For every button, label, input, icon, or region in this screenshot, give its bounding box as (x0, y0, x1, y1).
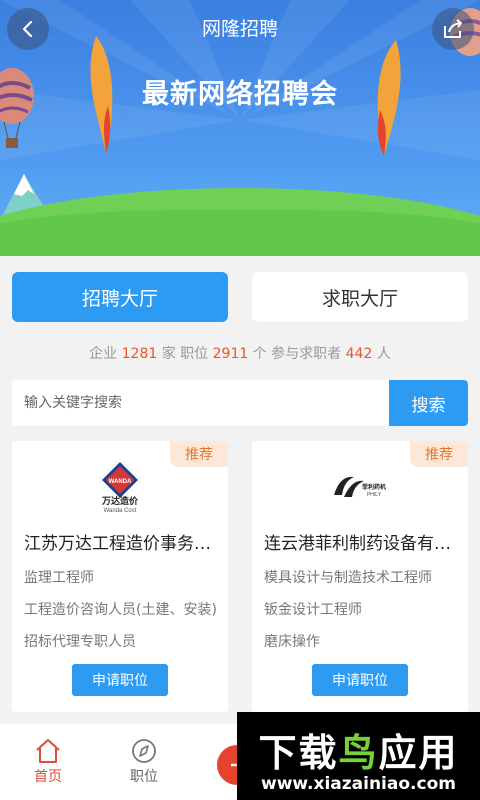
stat-position-label: 职位 (180, 346, 209, 362)
position-item[interactable]: 监理工程师 (24, 567, 220, 599)
wanda-logo-icon: WANDA 万达造价 Wanda Cost (101, 462, 139, 514)
company-card[interactable]: 推荐 WANDA 万达造价 Wanda Cost 江苏万达工程造价事务所有限公司… (12, 441, 228, 712)
watermark-url: www.xiazainiao.com (261, 774, 456, 794)
svg-text:万达造价: 万达造价 (101, 495, 139, 507)
watermark-title: 下载鸟应用 (237, 722, 480, 777)
stat-seeker-count: 442 (345, 346, 373, 362)
tab-jobs[interactable]: 职位 (114, 738, 174, 786)
company-logo: WANDA 万达造价 Wanda Cost (12, 459, 228, 515)
tab-home[interactable]: 首页 (18, 738, 78, 786)
banner-headline: 最新网络招聘会 (142, 79, 338, 110)
stat-seeker-label: 参与求职者 (271, 346, 342, 362)
watermark-title-part1: 下载 (258, 731, 339, 775)
position-item[interactable]: 钣金设计工程师 (264, 599, 460, 631)
position-item[interactable]: 工程造价咨询人员(土建、安装) (24, 599, 220, 631)
stat-company-label: 企业 (89, 346, 118, 362)
watermark-title-part2: 鸟 (338, 731, 379, 775)
nav-title: 网隆招聘 (201, 18, 278, 40)
stat-company-unit: 家 (161, 346, 176, 362)
back-button[interactable] (7, 8, 49, 50)
banner: 网隆招聘 最新网络招聘会 (0, 0, 480, 256)
stat-company-count: 1281 (121, 346, 158, 362)
position-item[interactable]: 模具设计与制造技术工程师 (264, 567, 460, 599)
svg-text:WANDA: WANDA (109, 479, 132, 485)
stats-line: 企业 1281 家 职位 2911 个 参与求职者 442 人 (0, 343, 480, 363)
position-list: 监理工程师 工程造价咨询人员(土建、安装) 招标代理专职人员 (24, 567, 220, 663)
position-item[interactable]: 招标代理专职人员 (24, 631, 220, 663)
search-button[interactable]: 搜索 (389, 380, 468, 426)
search-bar: 搜索 (12, 380, 468, 426)
apply-button[interactable]: 申请职位 (312, 664, 408, 696)
hill-front (0, 210, 480, 256)
company-name: 江苏万达工程造价事务所有限公司 (24, 534, 222, 554)
tab-home-label: 首页 (34, 769, 62, 785)
position-list: 模具设计与制造技术工程师 钣金设计工程师 磨床操作 (264, 567, 460, 663)
stat-seeker-unit: 人 (376, 346, 391, 362)
company-logo: 菲利药机 PHILY (252, 459, 468, 515)
position-item[interactable]: 磨床操作 (264, 631, 460, 663)
svg-text:Wanda Cost: Wanda Cost (104, 508, 137, 514)
apply-button[interactable]: 申请职位 (72, 664, 168, 696)
company-card[interactable]: 推荐 菲利药机 PHILY 连云港菲利制药设备有限公司 模具设计与制造技术工程师… (252, 441, 468, 712)
phily-logo-icon: 菲利药机 PHILY (334, 476, 386, 498)
search-input[interactable] (12, 380, 388, 426)
stat-position-unit: 个 (252, 346, 267, 362)
home-icon (36, 739, 60, 763)
recruit-hall-button[interactable]: 招聘大厅 (12, 272, 228, 322)
svg-text:菲利药机: 菲利药机 (362, 483, 386, 491)
watermark-title-part3: 应用 (378, 731, 459, 775)
tab-jobs-label: 职位 (130, 769, 158, 785)
compass-icon (132, 739, 156, 763)
share-button[interactable] (432, 8, 474, 50)
job-hall-button[interactable]: 求职大厅 (252, 272, 468, 322)
stat-position-count: 2911 (212, 346, 249, 362)
company-name: 连云港菲利制药设备有限公司 (264, 534, 462, 554)
chevron-left-icon (22, 20, 33, 38)
share-icon (444, 19, 462, 38)
watermark: 下载鸟应用 www.xiazainiao.com (237, 712, 480, 800)
svg-text:PHILY: PHILY (367, 492, 382, 498)
